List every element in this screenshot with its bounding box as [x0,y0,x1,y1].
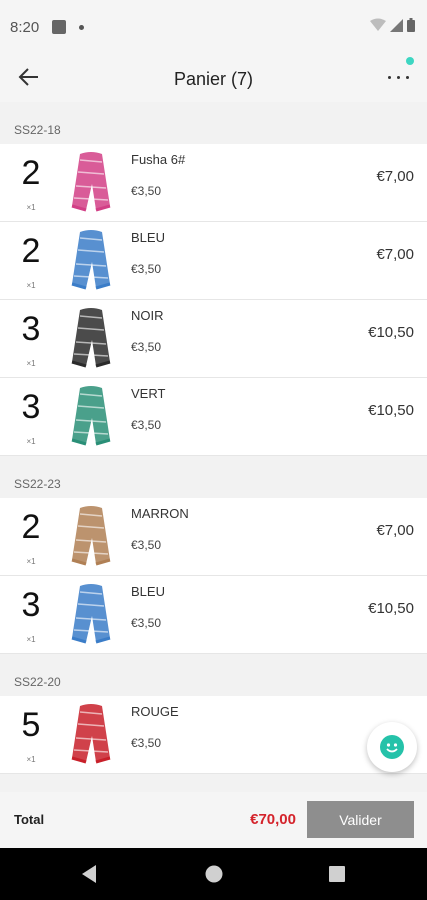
status-bar: 8:20 [0,0,427,52]
battery-icon [407,18,415,32]
item-line-total: €7,00 [376,168,414,185]
item-unit-price: €3,50 [131,184,162,198]
cart-item-row[interactable]: 2 ×1 MARRON €3,50 €7,00 [0,498,427,576]
group-header: SS22-18 [0,102,427,144]
signal-icon [390,18,403,32]
item-line-total: €10,50 [368,324,414,341]
item-variant-name: VERT [131,386,166,401]
item-line-total: €7,00 [376,246,414,263]
status-time: 8:20 [10,19,40,36]
item-quantity[interactable]: 2 [0,232,62,271]
scarf-thumbnail [66,150,116,214]
notification-icon [52,20,66,34]
cart-item-row[interactable]: 3 ×1 BLEU €3,50 €10,50 [0,576,427,654]
smiley-chat-icon [380,735,404,759]
item-line-total: €10,50 [368,402,414,419]
item-unit-price: €3,50 [131,616,162,630]
item-quantity[interactable]: 3 [0,310,62,349]
item-unit-multiplier: ×1 [26,203,36,212]
item-quantity[interactable]: 3 [0,388,62,427]
item-unit-price: €3,50 [131,418,162,432]
item-variant-name: BLEU [131,584,165,599]
item-unit-price: €3,50 [131,736,162,750]
more-dot [406,76,409,79]
more-options-button[interactable] [385,72,413,84]
scarf-thumbnail [66,702,116,766]
group-header: SS22-20 [0,654,427,696]
item-unit-multiplier: ×1 [26,557,36,566]
scarf-thumbnail [66,228,116,292]
group-header: SS22-23 [0,456,427,498]
item-quantity[interactable]: 5 [0,706,62,745]
item-variant-name: MARRON [131,506,189,521]
chat-button[interactable] [367,722,417,772]
item-line-total: €10,50 [368,600,414,617]
cart-list: SS22-18 2 ×1 Fusha 6# €3,50 €7,00 2 ×1 BLEU €3,50… [0,102,427,782]
cart-item-row[interactable]: 2 ×1 Fusha 6# €3,50 €7,00 [0,144,427,222]
page-title: Panier (7) [173,69,254,89]
item-quantity[interactable]: 2 [0,508,62,547]
item-variant-name: NOIR [131,308,164,323]
more-dot [397,76,400,79]
item-quantity[interactable]: 3 [0,586,62,625]
nav-home-icon[interactable] [204,864,224,884]
cart-footer: Total €70,00 Valider [0,792,427,848]
item-unit-multiplier: ×1 [26,437,36,446]
cart-item-row[interactable]: 2 ×1 BLEU €3,50 €7,00 [0,222,427,300]
nav-recents-icon[interactable] [328,865,346,883]
notification-dot-icon [79,25,84,30]
item-unit-multiplier: ×1 [26,359,36,368]
more-dots-icon [388,76,391,79]
total-value: €70,00 [250,811,296,828]
cart-item-row[interactable]: 3 ×1 VERT €3,50 €10,50 [0,378,427,456]
item-unit-price: €3,50 [131,340,162,354]
item-variant-name: BLEU [131,230,165,245]
system-nav-bar [0,848,427,900]
item-unit-multiplier: ×1 [26,635,36,644]
validate-button[interactable]: Valider [307,801,414,838]
total-label: Total [14,812,45,827]
item-unit-multiplier: ×1 [26,755,36,764]
nav-back-icon[interactable] [80,864,98,884]
app-bar: Panier (7) [0,52,427,102]
item-variant-name: Fusha 6# [131,152,186,167]
status-icons [370,18,415,32]
item-unit-price: €3,50 [131,262,162,276]
wifi-icon [370,18,386,31]
cart-item-row[interactable]: 5 ×1 ROUGE €3,50 [0,696,427,774]
scarf-thumbnail [66,582,116,646]
scarf-thumbnail [66,384,116,448]
item-variant-name: ROUGE [131,704,179,719]
cart-item-row[interactable]: 3 ×1 NOIR €3,50 €10,50 [0,300,427,378]
item-quantity[interactable]: 2 [0,154,62,193]
item-unit-price: €3,50 [131,538,162,552]
notification-badge [406,57,414,65]
item-line-total: €7,00 [376,522,414,539]
scarf-thumbnail [66,504,116,568]
item-unit-multiplier: ×1 [26,281,36,290]
scarf-thumbnail [66,306,116,370]
